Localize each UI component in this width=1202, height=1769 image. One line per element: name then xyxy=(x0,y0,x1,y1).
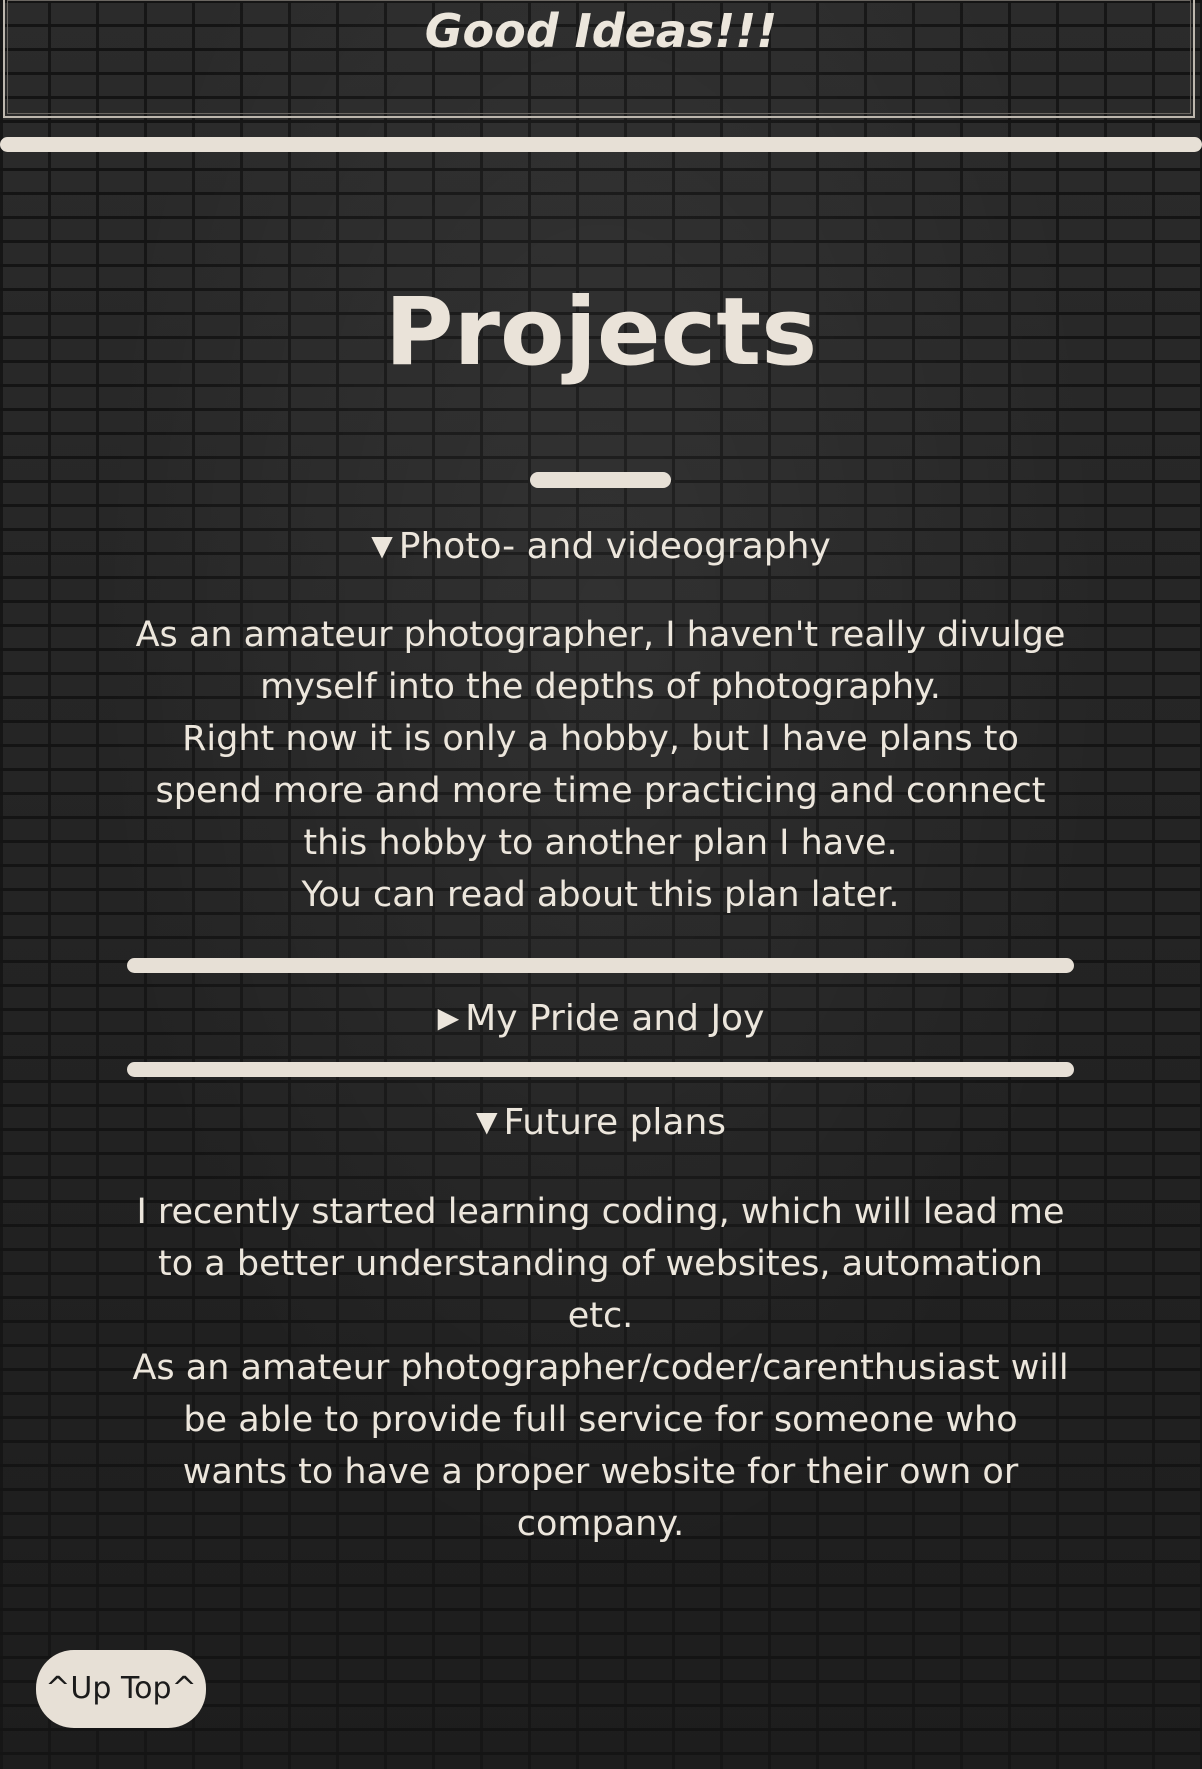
paragraph-line: As an amateur photographer, I haven't re… xyxy=(135,615,1066,707)
expanded-triangle-icon: ▼ xyxy=(371,529,393,562)
paragraph-line: I recently started learning coding, whic… xyxy=(136,1192,1065,1336)
summary-future-plans[interactable]: ▼ Future plans xyxy=(0,1098,1202,1147)
page-title: Projects xyxy=(384,278,818,387)
summary-label: Future plans xyxy=(503,1102,727,1143)
summary-photo-videography[interactable]: ▼ Photo- and videography xyxy=(0,522,1202,571)
summary-pride-and-joy[interactable]: ▶ My Pride and Joy xyxy=(0,994,1202,1043)
expanded-triangle-icon: ▼ xyxy=(475,1105,498,1138)
paragraph-line: Right now it is only a hobby, but I have… xyxy=(155,719,1046,863)
header-divider xyxy=(0,137,1202,152)
summary-label: Photo- and videography xyxy=(398,526,831,567)
photo-videography-content: As an amateur photographer, I haven't re… xyxy=(127,609,1074,921)
site-title: Good Ideas!!! xyxy=(424,4,778,58)
paragraph-line: As an amateur photographer/coder/carenth… xyxy=(132,1348,1069,1544)
section-divider xyxy=(127,958,1074,973)
future-plans-content: I recently started learning coding, whic… xyxy=(127,1186,1074,1550)
up-top-button[interactable]: ^Up Top^ xyxy=(36,1650,206,1728)
paragraph-line: You can read about this plan later. xyxy=(301,875,900,915)
collapsed-triangle-icon: ▶ xyxy=(437,1001,460,1034)
title-underline xyxy=(530,472,671,488)
section-divider xyxy=(127,1062,1074,1077)
summary-label: My Pride and Joy xyxy=(465,998,765,1039)
